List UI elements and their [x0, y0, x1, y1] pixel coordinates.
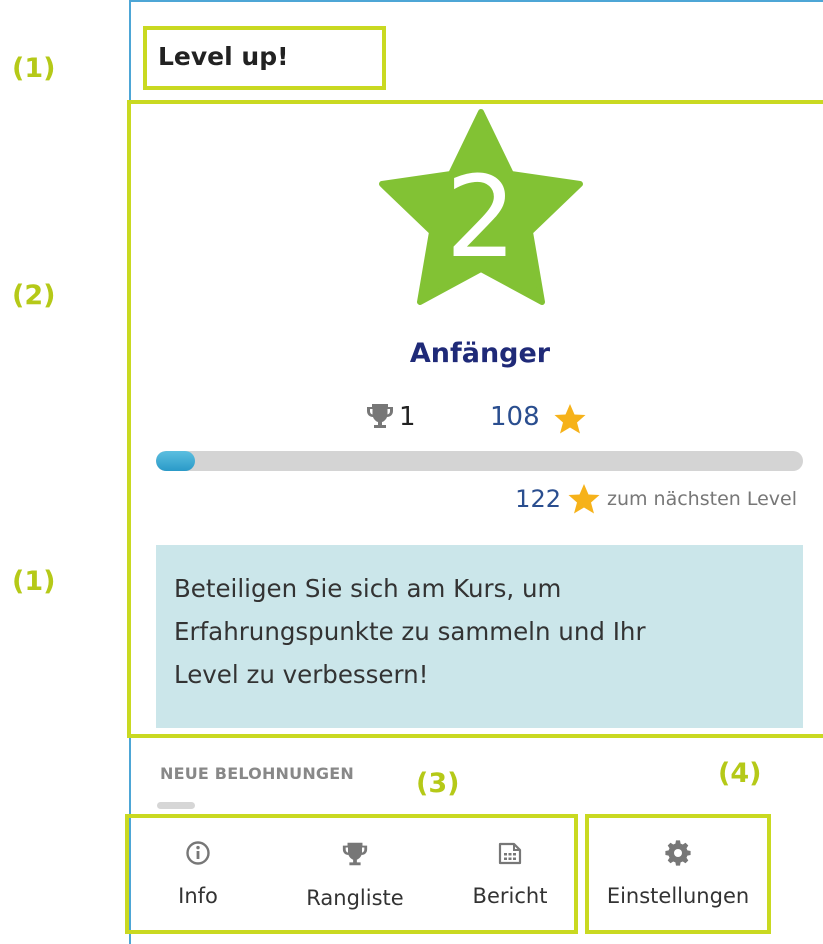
level-progress-bar [156, 451, 803, 471]
block-border-top [129, 0, 823, 2]
annotation-label-4: (4) [718, 758, 762, 789]
level-number: 2 [445, 153, 516, 283]
star-icon [554, 404, 586, 434]
rewards-heading: NEUE BELOHNUNGEN [160, 764, 354, 783]
nav-report[interactable]: Bericht [460, 840, 560, 908]
gear-icon [665, 840, 691, 866]
level-progress-fill [156, 451, 195, 471]
trophy-icon [342, 842, 368, 866]
info-message-line: Beteiligen Sie sich am Kurs, um [174, 574, 562, 603]
points-value: 108 [490, 402, 540, 432]
level-name: Anfänger [409, 338, 551, 369]
level-star-badge: 2 [379, 109, 583, 305]
nav-settings[interactable]: Einstellungen [593, 840, 763, 908]
nav-info[interactable]: Info [150, 840, 246, 908]
info-message-line: Erfahrungspunkte zu sammeln und Ihr [174, 617, 646, 646]
trophy-count: 1 [399, 402, 416, 432]
trophy-icon [367, 404, 393, 428]
nav-report-label: Bericht [472, 884, 548, 908]
annotation-label-3: (3) [416, 768, 460, 799]
star-icon [568, 484, 600, 514]
nav-leaderboard[interactable]: Rangliste [290, 840, 420, 910]
annotation-label-1-top: (1) [12, 53, 56, 84]
nav-leaderboard-label: Rangliste [306, 886, 404, 910]
annotation-label-2: (2) [12, 280, 56, 311]
info-icon [186, 841, 210, 865]
report-icon [498, 842, 522, 865]
info-message: Beteiligen Sie sich am Kurs, um Erfahrun… [156, 545, 803, 728]
to-next-label: zum nächsten Level [606, 488, 797, 510]
block-title: Level up! [158, 42, 289, 71]
rewards-placeholder-bar [157, 802, 195, 809]
annotation-label-1-bottom: (1) [12, 566, 56, 597]
nav-settings-label: Einstellungen [606, 884, 750, 908]
points-to-next: 122 [515, 485, 561, 513]
next-level-info: 122 zum nächsten Level [515, 482, 797, 516]
info-message-line: Level zu verbessern! [174, 660, 429, 689]
nav-info-label: Info [178, 884, 218, 908]
